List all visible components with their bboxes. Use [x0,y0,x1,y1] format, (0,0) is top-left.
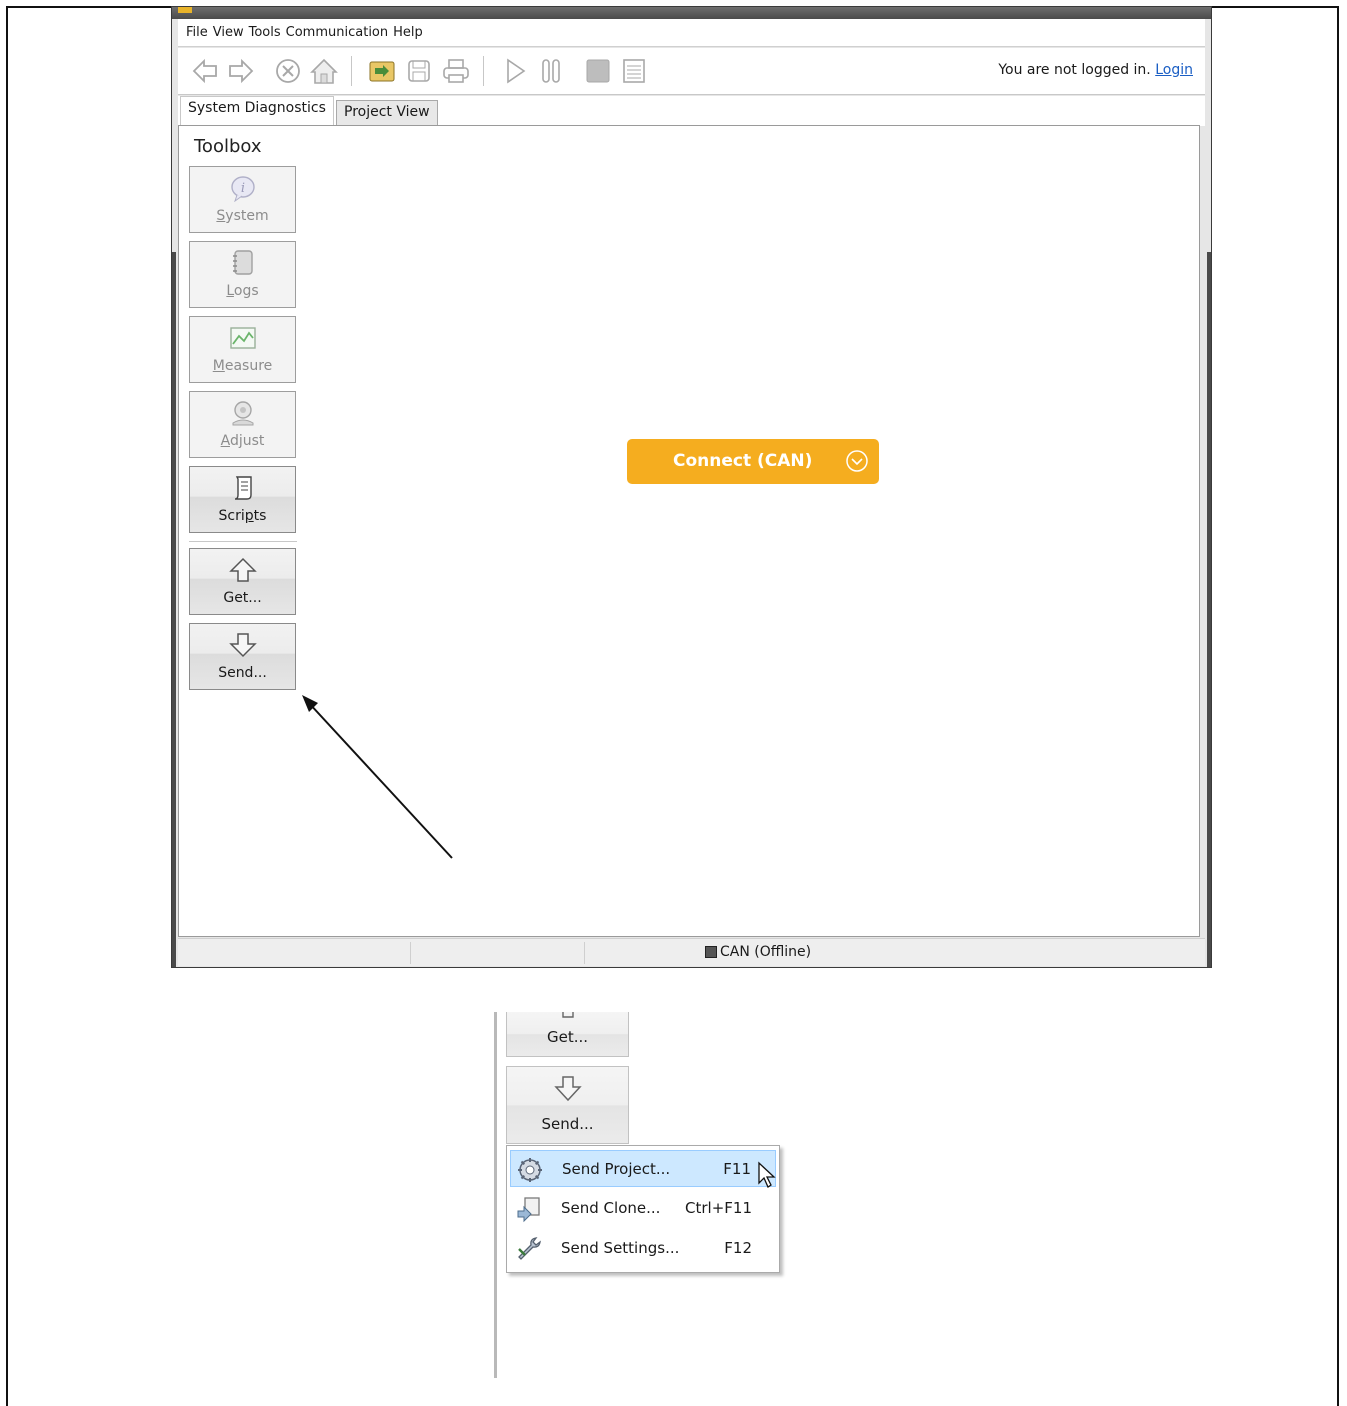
send-dropdown-menu: Send Project... F11 Send Clone... Ctrl+F… [506,1145,780,1273]
menu-item-shortcut: Ctrl+F11 [685,1199,752,1217]
clone-icon [517,1197,540,1223]
menu-item-send-project[interactable]: Send Project... F11 [510,1150,776,1187]
inset-send-label: Send... [541,1115,594,1133]
inset-send-button[interactable]: Send... [506,1066,629,1144]
project-gear-icon [518,1158,542,1182]
menu-item-shortcut: F12 [724,1239,752,1257]
menu-item-label: Send Settings... [561,1239,680,1257]
down-arrow-icon [554,1076,582,1102]
inset-sidebar-edge [494,1012,497,1378]
inset-get-button[interactable]: Get... [506,1012,629,1057]
menu-item-send-settings[interactable]: Send Settings... F12 [510,1230,776,1267]
up-arrow-icon [562,1012,574,1018]
mouse-cursor-icon [758,1161,776,1188]
inset-get-label: Get... [546,1028,589,1046]
settings-wrench-icon [518,1237,541,1260]
menu-item-shortcut: F11 [723,1160,751,1178]
menu-item-send-clone[interactable]: Send Clone... Ctrl+F11 [510,1190,776,1227]
menu-item-label: Send Project... [562,1160,671,1178]
menu-item-label: Send Clone... [561,1199,661,1217]
